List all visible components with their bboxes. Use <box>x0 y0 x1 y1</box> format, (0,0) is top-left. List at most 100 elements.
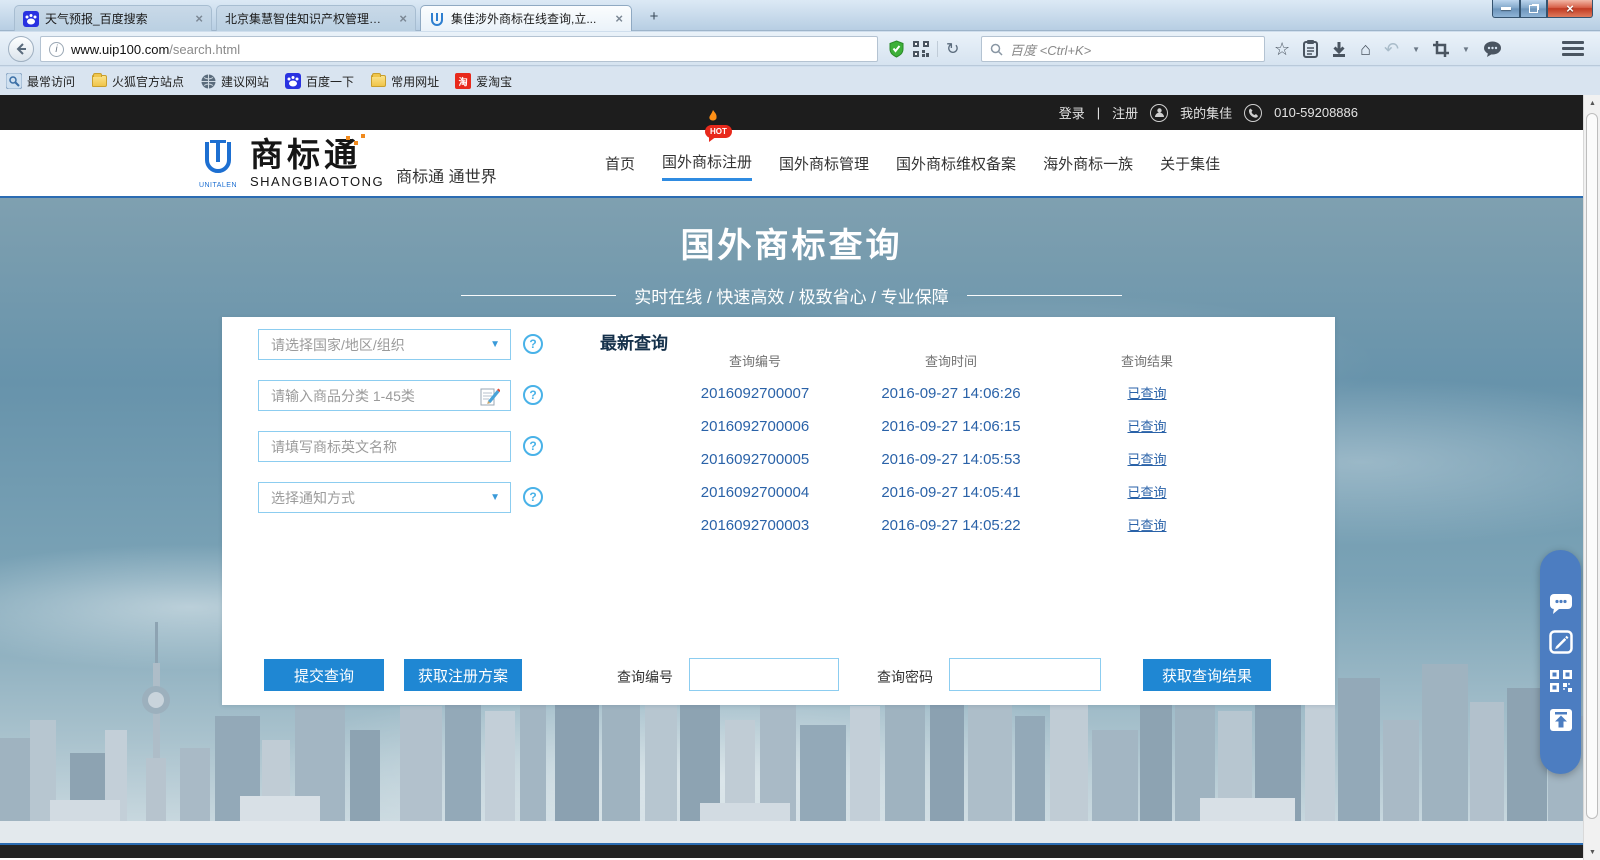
tab-close-icon[interactable]: × <box>191 11 203 26</box>
bookmark-label: 最常访问 <box>27 73 75 90</box>
edit-pencil-icon[interactable] <box>480 386 500 406</box>
bookmark-baidu[interactable]: 百度一下 <box>285 73 354 90</box>
chat-bubble-icon[interactable] <box>1483 41 1502 57</box>
minimize-icon <box>1501 7 1511 10</box>
notify-method-help-icon[interactable]: ? <box>523 487 543 507</box>
trademark-name-help-icon[interactable]: ? <box>523 436 543 456</box>
bookmark-label: 百度一下 <box>306 73 354 90</box>
reload-icon[interactable]: ↻ <box>946 39 959 59</box>
search-bar[interactable]: 百度 <Ctrl+K> <box>981 36 1265 62</box>
browser-viewport: 登录 | 注册 我的集佳 010-59208886 UNITALEN 商标通 S… <box>0 95 1583 860</box>
restore-icon <box>1529 5 1538 13</box>
url-bar[interactable]: i www.uip100.com/search.html <box>40 36 878 62</box>
bookmark-common-sites-folder[interactable]: 常用网址 <box>370 73 439 90</box>
security-shield-icon[interactable] <box>888 40 905 58</box>
get-registration-plan-button[interactable]: 获取注册方案 <box>404 659 522 691</box>
get-query-result-button[interactable]: 获取查询结果 <box>1143 659 1271 691</box>
chevron-down-icon: ▼ <box>490 492 500 503</box>
back-to-top-icon[interactable] <box>1549 708 1573 732</box>
bookmark-star-icon[interactable]: ☆ <box>1274 40 1290 58</box>
brand-name-cn: 商标通 <box>250 138 384 171</box>
country-select-placeholder: 请选择国家/地区/组织 <box>271 335 405 355</box>
bookmark-firefox-folder[interactable]: 火狐官方站点 <box>91 73 184 90</box>
goods-class-input[interactable]: 请输入商品分类 1-45类 <box>258 380 511 411</box>
tab-weather[interactable]: 天气预报_百度搜索 × <box>14 5 212 31</box>
new-tab-button[interactable]: + <box>642 9 666 27</box>
bookmarks-bar: 最常访问 火狐官方站点 建议网站 百度一下 常用网址 淘 爱淘宝 <box>0 67 1600 95</box>
close-window-button[interactable]: × <box>1547 0 1593 18</box>
edit-form-icon[interactable] <box>1549 630 1573 654</box>
browser-tab-strip: 天气预报_百度搜索 × 北京集慧智佳知识产权管理咨... × 集佳涉外商标在线查… <box>0 0 1600 31</box>
site-logo[interactable]: UNITALEN 商标通 SHANGBIAOTONG 商标通 通世界 <box>198 138 497 189</box>
chat-dots-icon[interactable] <box>1549 593 1573 615</box>
notify-method-placeholder: 选择通知方式 <box>271 488 355 508</box>
query-number-input[interactable] <box>689 658 839 691</box>
restore-button[interactable] <box>1520 0 1547 18</box>
tab-title: 集佳涉外商标在线查询,立... <box>451 10 605 27</box>
nav-home[interactable]: 首页 <box>605 147 635 180</box>
my-account-link[interactable]: 我的集佳 <box>1180 103 1232 122</box>
bookmark-suggested-sites[interactable]: 建议网站 <box>200 73 269 90</box>
minimize-button[interactable] <box>1492 0 1520 18</box>
column-header: 查询结果 <box>1067 351 1227 373</box>
nav-rights-protection-filing[interactable]: 国外商标维权备案 <box>896 147 1016 180</box>
nav-foreign-trademark-management[interactable]: 国外商标管理 <box>779 147 869 180</box>
tab-jihui[interactable]: 北京集慧智佳知识产权管理咨... × <box>216 5 416 31</box>
tab-unitalen-active[interactable]: 集佳涉外商标在线查询,立... × <box>420 5 632 31</box>
query-result-link[interactable]: 已查询 <box>1067 509 1227 542</box>
trademark-name-placeholder: 请填写商标英文名称 <box>271 437 397 457</box>
trademark-name-input[interactable]: 请填写商标英文名称 <box>258 431 511 462</box>
nav-foreign-trademark-registration[interactable]: 国外商标注册 HOT <box>662 145 752 181</box>
nav-overseas-trademark-family[interactable]: 海外商标一族 <box>1043 147 1133 180</box>
baidu-paw-icon <box>285 73 301 89</box>
unitalen-mark-icon: UNITALEN <box>198 139 238 189</box>
undo-icon[interactable]: ↶ <box>1384 40 1399 58</box>
goods-class-placeholder: 请输入商品分类 1-45类 <box>271 386 415 406</box>
tab-close-icon[interactable]: × <box>611 11 623 26</box>
hot-badge: HOT <box>705 121 732 138</box>
query-result-link[interactable]: 已查询 <box>1067 410 1227 443</box>
brand-tagline: 商标通 通世界 <box>396 163 496 189</box>
query-password-label: 查询密码 <box>877 667 933 687</box>
phone-number: 010-59208886 <box>1274 105 1358 120</box>
bookmarks-panel-icon[interactable] <box>1303 40 1318 58</box>
query-password-input[interactable] <box>949 658 1101 691</box>
query-result-link[interactable]: 已查询 <box>1067 443 1227 476</box>
floating-side-widget <box>1540 550 1581 774</box>
country-select[interactable]: 请选择国家/地区/组织 ▼ <box>258 329 511 360</box>
column-header: 查询时间 <box>801 351 1101 373</box>
goods-class-help-icon[interactable]: ? <box>523 385 543 405</box>
qr-code-widget-icon[interactable] <box>1549 669 1573 693</box>
home-icon[interactable]: ⌂ <box>1360 40 1371 58</box>
scrollbar-thumb[interactable] <box>1586 113 1598 819</box>
notify-method-select[interactable]: 选择通知方式 ▼ <box>258 482 511 513</box>
crop-dropdown-caret-icon[interactable]: ▼ <box>1462 45 1470 54</box>
nav-about-unitalen[interactable]: 关于集佳 <box>1160 147 1220 180</box>
decor-line <box>461 295 616 296</box>
divider: | <box>1097 105 1100 120</box>
vertical-scrollbar[interactable]: ▲ ▼ <box>1583 95 1600 860</box>
back-button[interactable] <box>8 36 34 62</box>
site-info-icon[interactable]: i <box>49 42 64 57</box>
submit-query-button[interactable]: 提交查询 <box>264 659 384 691</box>
page-hero-area: 国外商标查询 实时在线 / 快速高效 / 极致省心 / 专业保障 <box>0 198 1583 858</box>
tab-close-icon[interactable]: × <box>395 11 407 26</box>
undo-dropdown-caret-icon[interactable]: ▼ <box>1412 45 1420 54</box>
qr-code-icon[interactable] <box>913 41 929 57</box>
screenshot-crop-icon[interactable] <box>1433 41 1449 57</box>
query-result-link[interactable]: 已查询 <box>1067 476 1227 509</box>
query-result-link[interactable]: 已查询 <box>1067 377 1227 410</box>
bookmark-most-visited[interactable]: 最常访问 <box>6 73 75 90</box>
country-help-icon[interactable]: ? <box>523 334 543 354</box>
register-link[interactable]: 注册 <box>1112 103 1138 122</box>
unitalen-favicon <box>429 11 445 27</box>
menu-hamburger-icon[interactable] <box>1562 41 1584 56</box>
query-result-column: 查询结果 已查询 已查询 已查询 已查询 已查询 <box>1067 351 1227 542</box>
scroll-down-icon[interactable]: ▼ <box>1584 844 1600 860</box>
login-link[interactable]: 登录 <box>1059 103 1085 122</box>
bookmark-taobao[interactable]: 淘 爱淘宝 <box>455 73 512 90</box>
tab-title: 天气预报_百度搜索 <box>45 10 185 27</box>
scroll-up-icon[interactable]: ▲ <box>1584 95 1600 111</box>
page-subtitle-row: 实时在线 / 快速高效 / 极致省心 / 专业保障 <box>0 283 1583 308</box>
downloads-icon[interactable] <box>1331 41 1347 58</box>
